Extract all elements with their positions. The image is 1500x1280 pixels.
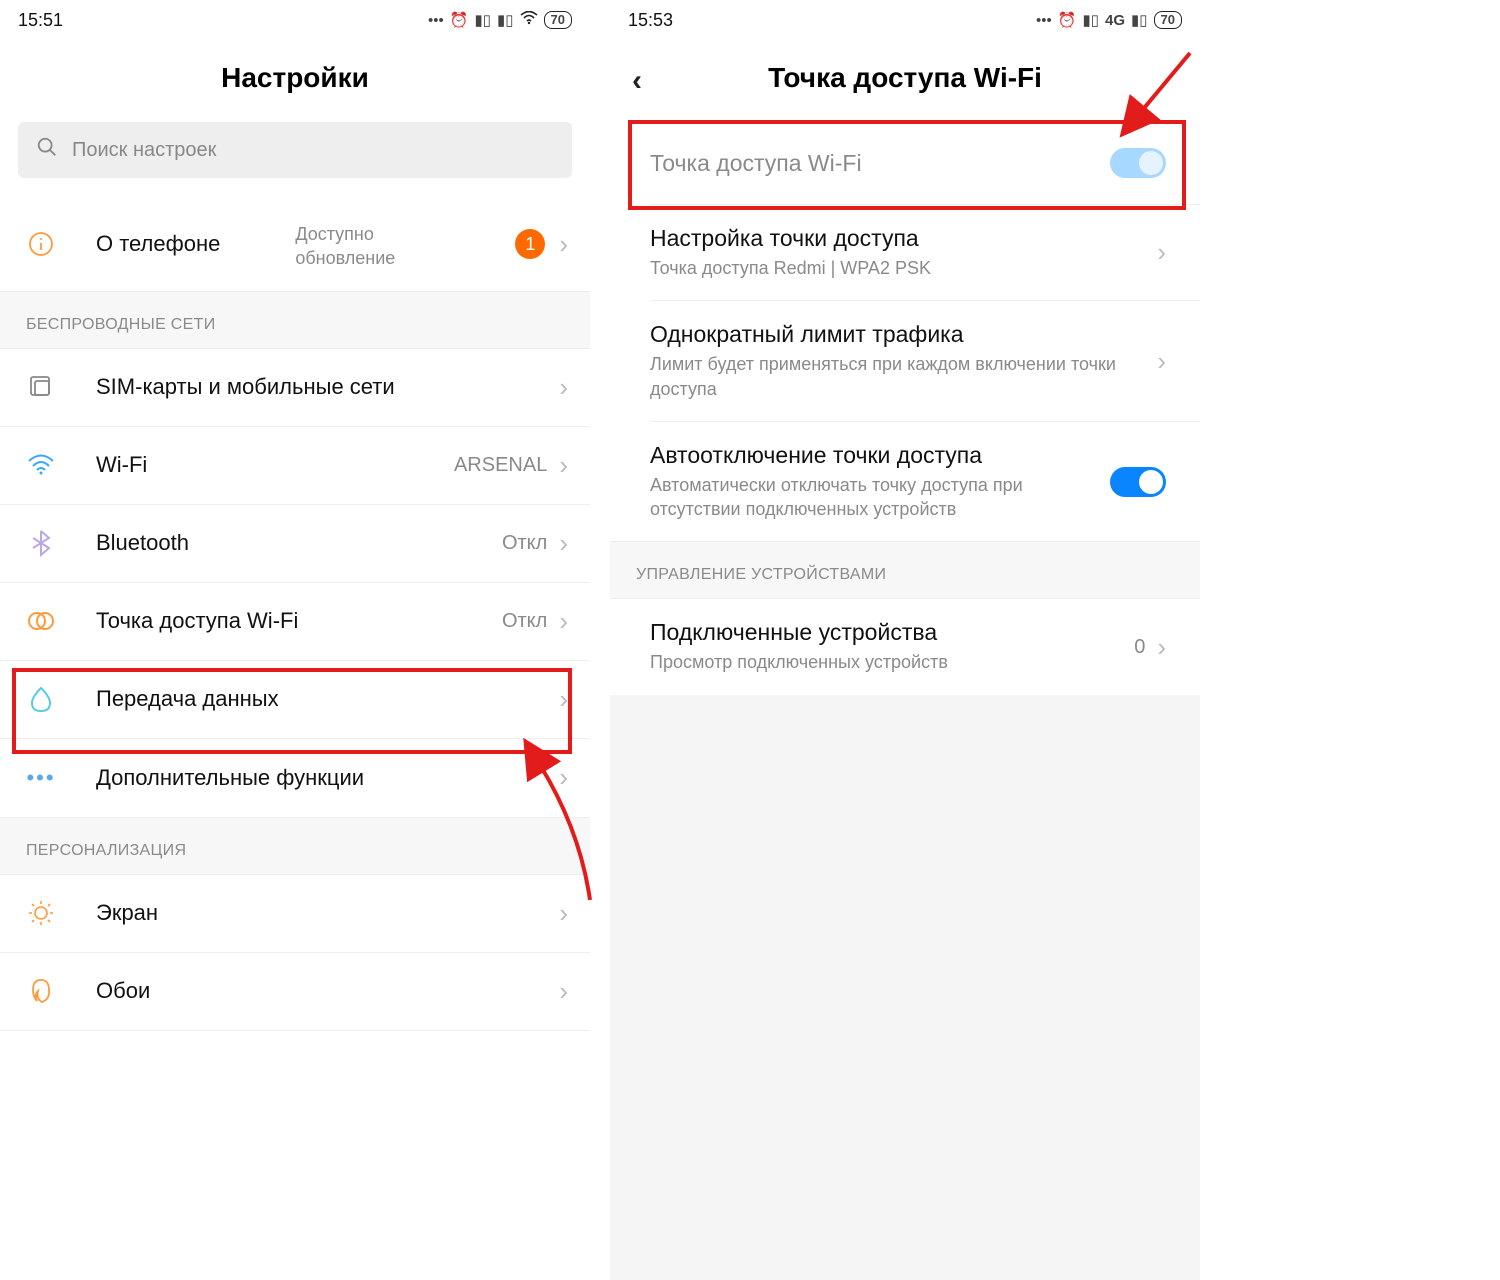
sim-icon xyxy=(26,372,56,402)
about-label: О телефоне xyxy=(96,231,295,257)
traffic-limit-row[interactable]: Однократный лимит трафика Лимит будет пр… xyxy=(610,301,1200,421)
chevron-right-icon: › xyxy=(559,372,568,403)
chevron-right-icon: › xyxy=(1157,346,1166,377)
title-text: Точка доступа Wi-Fi xyxy=(768,62,1042,93)
signal-icon: ▮▯ xyxy=(1131,11,1148,29)
auto-off-toggle[interactable] xyxy=(1110,467,1166,497)
chevron-right-icon: › xyxy=(559,684,568,715)
hotspot-setup-row[interactable]: Настройка точки доступа Точка доступа Re… xyxy=(610,205,1200,300)
about-phone-row[interactable]: О телефоне Доступно обновление 1 › xyxy=(0,198,590,291)
empty-area xyxy=(610,695,1200,1280)
page-title: ‹ Точка доступа Wi-Fi xyxy=(610,40,1200,122)
hotspot-label: Точка доступа Wi-Fi xyxy=(96,608,502,634)
clock: 15:53 xyxy=(628,10,673,31)
chevron-right-icon: › xyxy=(559,898,568,929)
wifi-icon xyxy=(520,11,538,29)
search-icon xyxy=(36,136,58,164)
hotspot-value: Откл xyxy=(502,610,547,633)
status-bar: 15:53 ••• ⏰ ▮▯ 4G ▮▯ 70 xyxy=(610,0,1200,40)
connected-devices-row[interactable]: Подключенные устройства Просмотр подключ… xyxy=(610,599,1200,694)
more-row[interactable]: ••• Дополнительные функции › xyxy=(0,739,590,817)
data-icon xyxy=(26,684,56,714)
wifi-icon xyxy=(26,450,56,480)
setup-sub: Точка доступа Redmi | WPA2 PSK xyxy=(650,256,1157,280)
bluetooth-row[interactable]: Bluetooth Откл › xyxy=(0,505,590,583)
status-bar: 15:51 ••• ⏰ ▮▯ ▮▯ 70 xyxy=(0,0,590,40)
display-icon xyxy=(26,898,56,928)
bluetooth-label: Bluetooth xyxy=(96,530,502,556)
chevron-right-icon: › xyxy=(559,229,568,260)
chevron-right-icon: › xyxy=(559,762,568,793)
more-label: Дополнительные функции xyxy=(96,765,559,791)
auto-off-row[interactable]: Автоотключение точки доступа Автоматичес… xyxy=(610,422,1200,542)
chevron-right-icon: › xyxy=(559,606,568,637)
more-icon: ••• xyxy=(1036,12,1052,29)
section-personalization: ПЕРСОНАЛИЗАЦИЯ xyxy=(0,817,590,875)
more-icon: ••• xyxy=(428,12,444,29)
wallpaper-row[interactable]: Обои › xyxy=(0,953,590,1031)
data-label: Передача данных xyxy=(96,686,559,712)
sim-label: SIM-карты и мобильные сети xyxy=(96,374,559,400)
chevron-right-icon: › xyxy=(559,450,568,481)
alarm-icon: ⏰ xyxy=(1058,11,1077,29)
battery-icon: 70 xyxy=(544,11,572,29)
wallpaper-label: Обои xyxy=(96,978,559,1004)
connected-label: Подключенные устройства xyxy=(650,619,1134,646)
section-wireless: БЕСПРОВОДНЫЕ СЕТИ xyxy=(0,291,590,349)
page-title: Настройки xyxy=(0,40,590,122)
wifi-label: Wi-Fi xyxy=(96,452,454,478)
auto-off-label: Автоотключение точки доступа xyxy=(650,442,1110,469)
section-devices: УПРАВЛЕНИЕ УСТРОЙСТВАМИ xyxy=(610,541,1200,599)
connected-sub: Просмотр подключенных устройств xyxy=(650,650,1134,674)
wallpaper-icon xyxy=(26,976,56,1006)
hotspot-screen: 15:53 ••• ⏰ ▮▯ 4G ▮▯ 70 ‹ Точка доступа … xyxy=(610,0,1200,1280)
setup-label: Настройка точки доступа xyxy=(650,225,1157,252)
sim-row[interactable]: SIM-карты и мобильные сети › xyxy=(0,349,590,427)
wifi-value: ARSENAL xyxy=(454,454,547,477)
status-icons: ••• ⏰ ▮▯ 4G ▮▯ 70 xyxy=(1036,11,1182,29)
chevron-right-icon: › xyxy=(1157,632,1166,663)
update-badge: 1 xyxy=(515,229,545,259)
search-placeholder: Поиск настроек xyxy=(72,139,216,162)
network-label: 4G xyxy=(1105,12,1125,29)
battery-icon: 70 xyxy=(1154,11,1182,29)
back-button[interactable]: ‹ xyxy=(632,64,642,98)
data-usage-row[interactable]: Передача данных › xyxy=(0,661,590,739)
clock: 15:51 xyxy=(18,10,63,31)
hotspot-icon xyxy=(26,606,56,636)
bluetooth-value: Откл xyxy=(502,532,547,555)
hotspot-row[interactable]: Точка доступа Wi-Fi Откл › xyxy=(0,583,590,661)
settings-screen: 15:51 ••• ⏰ ▮▯ ▮▯ 70 Настройки Поиск нас… xyxy=(0,0,590,1280)
hotspot-toggle-label: Точка доступа Wi-Fi xyxy=(650,150,1110,177)
display-row[interactable]: Экран › xyxy=(0,875,590,953)
wifi-row[interactable]: Wi-Fi ARSENAL › xyxy=(0,427,590,505)
search-input[interactable]: Поиск настроек xyxy=(18,122,572,178)
about-sub: Доступно обновление xyxy=(295,222,435,271)
limit-sub: Лимит будет применяться при каждом включ… xyxy=(650,352,1157,401)
auto-off-sub: Автоматически отключать точку доступа пр… xyxy=(650,473,1110,522)
limit-label: Однократный лимит трафика xyxy=(650,321,1157,348)
signal-icon: ▮▯ xyxy=(497,11,514,29)
alarm-icon: ⏰ xyxy=(450,11,469,29)
hotspot-toggle-row[interactable]: Точка доступа Wi-Fi xyxy=(610,122,1200,204)
info-icon xyxy=(26,229,56,259)
signal-icon: ▮▯ xyxy=(475,11,492,29)
chevron-right-icon: › xyxy=(559,528,568,559)
display-label: Экран xyxy=(96,900,559,926)
chevron-right-icon: › xyxy=(559,976,568,1007)
more-icon: ••• xyxy=(26,763,56,793)
signal-icon: ▮▯ xyxy=(1082,11,1099,29)
hotspot-toggle[interactable] xyxy=(1110,148,1166,178)
status-icons: ••• ⏰ ▮▯ ▮▯ 70 xyxy=(428,11,572,29)
chevron-right-icon: › xyxy=(1157,237,1166,268)
connected-count: 0 xyxy=(1134,636,1145,659)
bluetooth-icon xyxy=(26,528,56,558)
